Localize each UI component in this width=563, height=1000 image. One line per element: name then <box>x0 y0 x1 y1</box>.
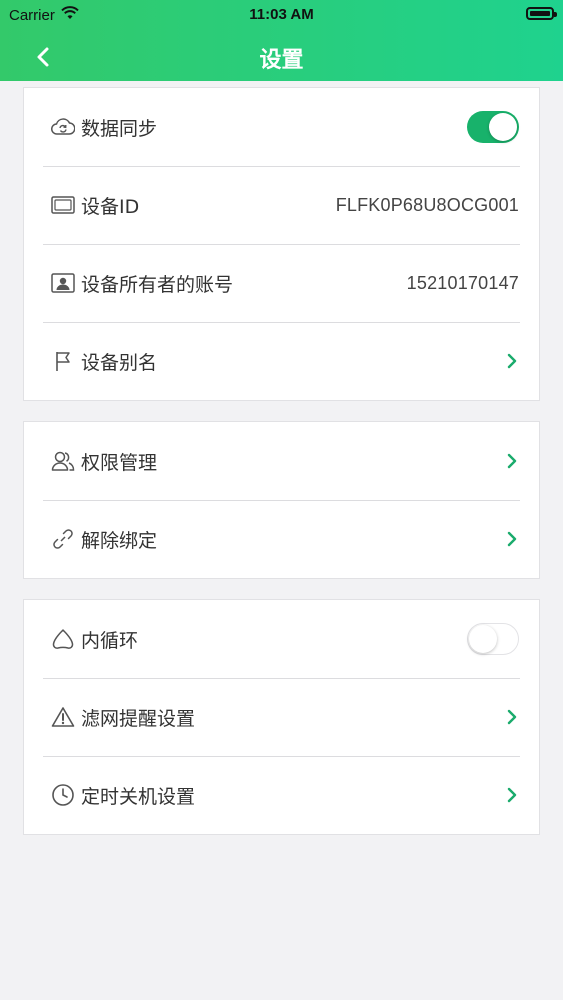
battery-icon <box>526 7 557 20</box>
toggle-knob <box>489 113 517 141</box>
page-title: 设置 <box>259 48 304 73</box>
setting-row-device-alias[interactable]: 设备别名 <box>24 322 539 400</box>
setting-row-permission-management[interactable]: 权限管理 <box>24 422 539 500</box>
setting-row-device-id: 设备ID FLFK0P68U8OCG001 <box>24 166 539 244</box>
app-header: Carrier 11:03 AM 设置 <box>0 0 563 81</box>
airflow-icon <box>51 627 75 651</box>
setting-row-data-sync: 数据同步 <box>24 88 539 166</box>
setting-label: 内循环 <box>81 629 139 652</box>
clock-icon <box>51 783 75 807</box>
device-icon <box>51 193 75 217</box>
setting-label: 数据同步 <box>81 117 158 140</box>
setting-label: 设备所有者的账号 <box>81 273 234 296</box>
setting-row-inner-circulation: 内循环 <box>24 600 539 678</box>
toggle-knob <box>469 625 497 653</box>
setting-row-owner-account: 设备所有者的账号 15210170147 <box>24 244 539 322</box>
setting-label: 设备ID <box>81 195 140 218</box>
setting-row-filter-reminder[interactable]: 滤网提醒设置 <box>24 678 539 756</box>
setting-label: 权限管理 <box>81 451 158 474</box>
flag-icon <box>51 349 75 373</box>
chevron-right-icon <box>505 530 519 548</box>
status-bar: Carrier 11:03 AM <box>0 0 563 30</box>
settings-group-air: 内循环 滤网提醒设置 定时关机设置 <box>23 599 540 835</box>
setting-label: 设备别名 <box>81 351 158 374</box>
battery-level <box>530 11 550 16</box>
setting-label: 滤网提醒设置 <box>81 707 196 730</box>
warning-icon <box>51 705 75 729</box>
device-id-value: FLFK0P68U8OCG001 <box>335 194 519 215</box>
chevron-right-icon <box>505 352 519 370</box>
chevron-right-icon <box>505 786 519 804</box>
setting-label: 解除绑定 <box>81 529 158 552</box>
owner-account-value: 15210170147 <box>406 272 519 293</box>
settings-group-permissions: 权限管理 解除绑定 <box>23 421 540 579</box>
id-card-icon <box>51 271 75 295</box>
status-time: 11:03 AM <box>249 6 314 23</box>
setting-label: 定时关机设置 <box>81 785 196 808</box>
setting-row-timer-shutdown[interactable]: 定时关机设置 <box>24 756 539 834</box>
link-icon <box>51 527 75 551</box>
inner-circulation-toggle[interactable] <box>467 623 519 655</box>
chevron-right-icon <box>505 708 519 726</box>
setting-row-unbind[interactable]: 解除绑定 <box>24 500 539 578</box>
nav-bar: 设置 <box>0 36 563 81</box>
cloud-sync-icon <box>51 115 75 139</box>
users-icon <box>51 449 75 473</box>
data-sync-toggle[interactable] <box>467 111 519 143</box>
settings-group-device: 数据同步 设备ID FLFK0P68U8OCG001 设备所有者的账号 1521… <box>23 87 540 401</box>
chevron-right-icon <box>505 452 519 470</box>
